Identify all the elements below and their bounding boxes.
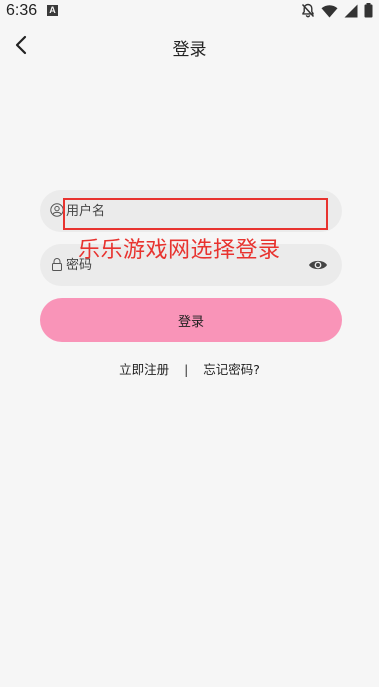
login-button[interactable]: 登录: [40, 298, 342, 342]
signal-icon: [344, 4, 358, 17]
password-input[interactable]: [66, 244, 306, 286]
forgot-password-link[interactable]: 忘记密码?: [203, 362, 260, 377]
username-field[interactable]: [40, 190, 342, 232]
username-input[interactable]: [66, 190, 306, 232]
eye-icon: [309, 260, 327, 270]
status-icons: [301, 3, 373, 18]
notifications-off-icon: [301, 3, 315, 18]
wifi-icon: [321, 4, 338, 17]
battery-icon: [364, 3, 373, 18]
password-field[interactable]: [40, 244, 342, 286]
user-icon: [50, 203, 64, 217]
toggle-password-visibility[interactable]: [308, 256, 328, 274]
register-link[interactable]: 立即注册: [119, 362, 169, 377]
links-separator: |: [184, 362, 189, 377]
status-time: 6:36: [6, 2, 38, 19]
lock-icon: [52, 258, 62, 271]
page-title: 登录: [172, 40, 207, 60]
app-a-icon: A: [47, 5, 58, 16]
auth-links: 立即注册 | 忘记密码?: [0, 359, 379, 378]
nav-bar: 登录: [0, 24, 379, 66]
status-bar: 6:36 A: [0, 0, 379, 24]
